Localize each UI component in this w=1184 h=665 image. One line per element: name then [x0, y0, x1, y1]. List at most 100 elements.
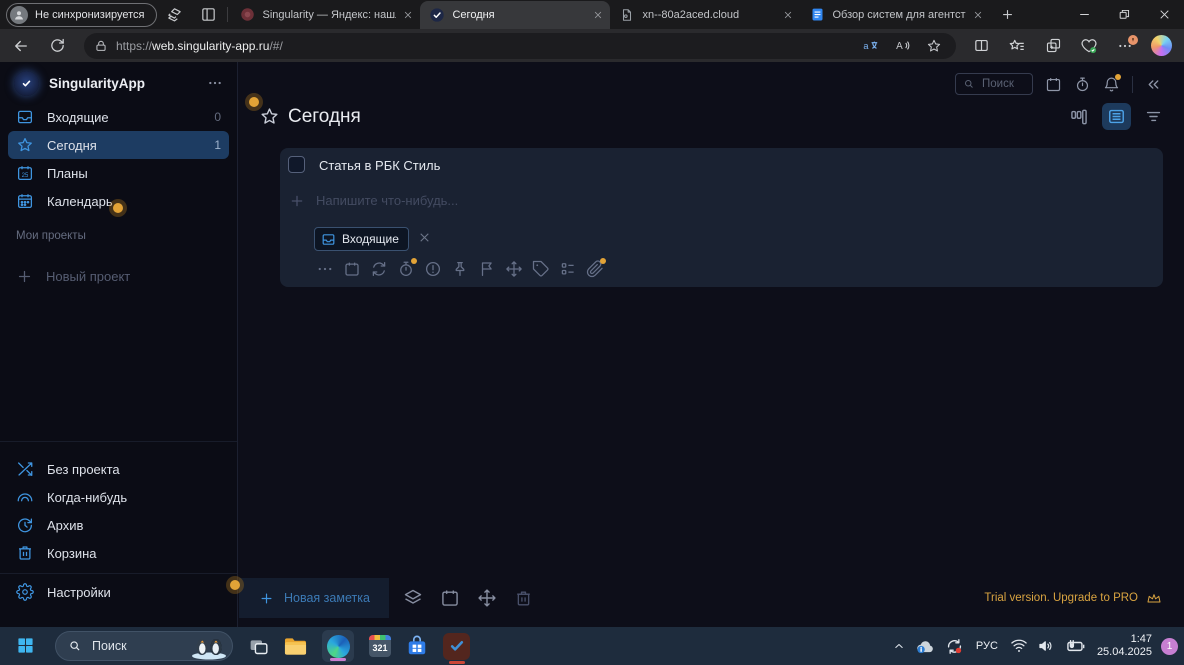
tab-segodnya[interactable]: Сегодня	[420, 1, 610, 29]
tab-title: Обзор систем для агентств_	[832, 9, 966, 21]
svg-text:25: 25	[22, 173, 29, 179]
onedrive-icon[interactable]	[915, 638, 936, 654]
flag-icon[interactable]	[478, 260, 496, 278]
move-icon[interactable]	[505, 260, 523, 278]
profile-label: Не синхронизируется	[35, 9, 144, 21]
mpc-label: 321	[372, 640, 387, 656]
app-search-input[interactable]	[980, 77, 1025, 91]
settings-menu-icon[interactable]	[1110, 32, 1140, 60]
upgrade-pro-link[interactable]: Trial version. Upgrade to PRO	[984, 578, 1162, 618]
address-bar[interactable]: https://web.singularity-app.ru/#/ a A	[84, 33, 956, 59]
check-icon	[448, 637, 466, 655]
docs-favicon-icon	[809, 7, 825, 23]
sidebar-item-inbox[interactable]: Входящие 0	[8, 103, 229, 131]
taskbar-clock[interactable]: 1:47 25.04.2025	[1097, 633, 1152, 659]
sidebar-item-label: Входящие	[47, 110, 109, 125]
add-task-plus-icon[interactable]	[289, 193, 305, 209]
sort-filter-icon[interactable]	[1144, 107, 1163, 126]
tab-yandex-search[interactable]: Singularity — Яндекс: нашло	[230, 1, 420, 29]
workspaces-icon[interactable]	[157, 2, 191, 28]
new-note-button[interactable]: Новая заметка	[259, 578, 370, 618]
board-view-icon[interactable]	[1069, 107, 1089, 127]
read-aloud-icon[interactable]: A	[890, 35, 914, 57]
timer-icon[interactable]	[397, 260, 415, 278]
browser-essentials-icon[interactable]	[1074, 32, 1104, 60]
sidebar-item-trash[interactable]: Корзина	[8, 539, 229, 567]
layers-icon[interactable]	[403, 588, 423, 608]
close-tab-icon[interactable]	[973, 10, 983, 20]
sidebar-item-plans[interactable]: 25 Планы	[8, 159, 229, 187]
new-project-button[interactable]: Новый проект	[8, 262, 229, 290]
copilot-icon[interactable]	[1146, 32, 1176, 60]
schedule-icon[interactable]	[440, 588, 460, 608]
clock-date: 25.04.2025	[1097, 646, 1152, 659]
notification-count-badge[interactable]: 1	[1161, 638, 1178, 655]
translate-icon[interactable]: a	[858, 35, 882, 57]
more-options-icon[interactable]	[316, 260, 334, 278]
vertical-tabs-icon[interactable]	[191, 2, 225, 28]
sidebar-item-someday[interactable]: Когда-нибудь	[8, 483, 229, 511]
profile-button[interactable]: Не синхронизируется	[6, 3, 157, 27]
window-restore-button[interactable]	[1104, 1, 1144, 29]
checklist-icon[interactable]	[559, 260, 577, 278]
edge-browser-button[interactable]	[322, 630, 354, 662]
task-title[interactable]: Статья в РБК Стиль	[319, 158, 440, 173]
tag-icon[interactable]	[532, 260, 550, 278]
tab-cloud-site[interactable]: xn--80a2aced.cloud	[610, 1, 800, 29]
attachment-icon[interactable]	[586, 260, 604, 278]
due-date-icon[interactable]	[343, 260, 361, 278]
split-screen-icon[interactable]	[966, 32, 996, 60]
sync-status-icon[interactable]	[945, 637, 964, 656]
window-close-button[interactable]	[1144, 1, 1184, 29]
chip-remove-icon[interactable]	[418, 231, 431, 244]
close-tab-icon[interactable]	[593, 10, 603, 20]
search-icon	[963, 78, 975, 90]
new-task-input[interactable]	[314, 190, 614, 210]
delete-note-icon[interactable]	[514, 589, 533, 608]
sidebar-menu-icon[interactable]	[207, 75, 223, 91]
window-minimize-button[interactable]	[1064, 1, 1104, 29]
task-view-button[interactable]	[248, 636, 269, 657]
collapse-panel-icon[interactable]	[1145, 76, 1162, 93]
sidebar-item-today[interactable]: Сегодня 1	[8, 131, 229, 159]
project-chip[interactable]: Входящие	[314, 227, 409, 251]
sidebar-item-label: Сегодня	[47, 138, 97, 153]
pomodoro-timer-icon[interactable]	[1074, 76, 1091, 93]
tab-doc-review[interactable]: Обзор систем для агентств_	[800, 1, 990, 29]
battery-icon[interactable]	[1064, 637, 1085, 655]
back-icon[interactable]	[6, 32, 36, 60]
calendar-button-icon[interactable]	[1045, 76, 1062, 93]
close-tab-icon[interactable]	[783, 10, 793, 20]
sidebar-item-settings[interactable]: Настройки	[8, 578, 229, 606]
priority-icon[interactable]	[424, 260, 442, 278]
task-group-card: Статья в РБК Стиль Входящие	[280, 148, 1163, 287]
app-logo[interactable]	[14, 71, 39, 96]
microsoft-store-button[interactable]	[406, 635, 428, 657]
favorite-star-icon[interactable]	[922, 35, 946, 57]
notifications-bell-icon[interactable]	[1103, 76, 1120, 93]
app-search[interactable]	[955, 73, 1033, 95]
repeat-icon[interactable]	[370, 260, 388, 278]
taskbar-search-input[interactable]	[90, 638, 181, 654]
move-note-icon[interactable]	[477, 588, 497, 608]
favorite-view-star-icon[interactable]	[259, 106, 280, 127]
start-button[interactable]	[17, 637, 34, 654]
language-indicator[interactable]: РУС	[976, 640, 998, 652]
list-view-icon[interactable]	[1102, 103, 1131, 130]
refresh-icon[interactable]	[42, 32, 72, 60]
pin-icon[interactable]	[451, 260, 469, 278]
task-checkbox[interactable]	[288, 156, 305, 173]
file-explorer-button[interactable]	[284, 636, 307, 656]
volume-icon[interactable]	[1037, 637, 1055, 655]
new-tab-button[interactable]	[990, 2, 1024, 28]
sidebar-item-no-project[interactable]: Без проекта	[8, 455, 229, 483]
sidebar-item-archive[interactable]: Архив	[8, 511, 229, 539]
collections-icon[interactable]	[1038, 32, 1068, 60]
taskbar-search[interactable]	[55, 631, 233, 661]
tray-chevron-icon[interactable]	[892, 639, 906, 653]
favorites-hub-icon[interactable]	[1002, 32, 1032, 60]
wifi-icon[interactable]	[1010, 638, 1028, 654]
singularity-app-button[interactable]	[443, 633, 470, 660]
media-player-button[interactable]: 321	[369, 635, 391, 657]
close-tab-icon[interactable]	[403, 10, 413, 20]
